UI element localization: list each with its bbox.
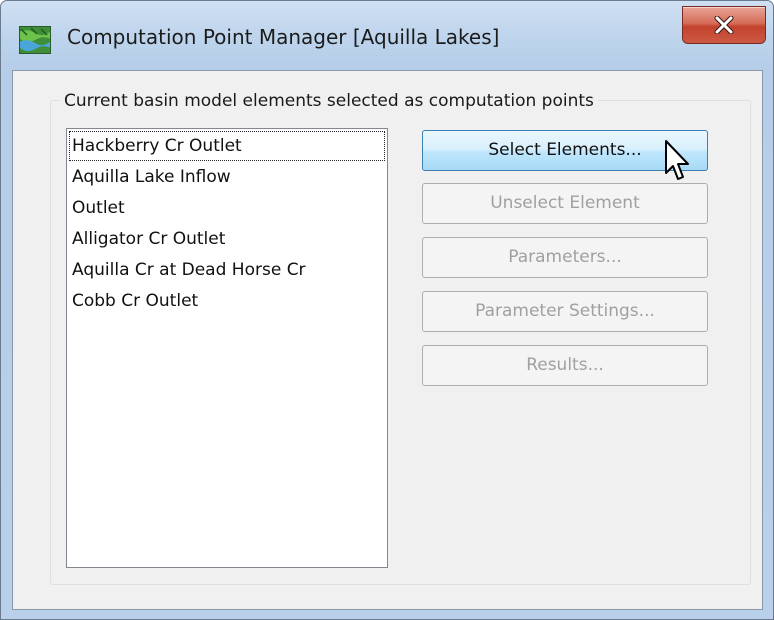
- list-item[interactable]: Cobb Cr Outlet: [69, 286, 385, 316]
- unselect-element-button[interactable]: Unselect Element: [422, 183, 708, 224]
- computation-points-list[interactable]: Hackberry Cr Outlet Aquilla Lake Inflow …: [66, 128, 388, 568]
- parameter-settings-button[interactable]: Parameter Settings...: [422, 291, 708, 332]
- close-button[interactable]: [682, 6, 766, 44]
- results-button[interactable]: Results...: [422, 345, 708, 386]
- dialog-content: Current basin model elements selected as…: [12, 70, 763, 610]
- list-item[interactable]: Aquilla Lake Inflow: [69, 162, 385, 192]
- dialog-window: Computation Point Manager [Aquilla Lakes…: [0, 0, 774, 620]
- parameters-button[interactable]: Parameters...: [422, 237, 708, 278]
- mouse-pointer-icon: [665, 140, 689, 180]
- list-item[interactable]: Alligator Cr Outlet: [69, 224, 385, 254]
- list-item[interactable]: Hackberry Cr Outlet: [69, 131, 385, 161]
- list-item[interactable]: Outlet: [69, 193, 385, 223]
- app-icon: [19, 26, 51, 54]
- title-bar[interactable]: Computation Point Manager [Aquilla Lakes…: [1, 1, 773, 71]
- group-label: Current basin model elements selected as…: [60, 91, 598, 111]
- window-title: Computation Point Manager [Aquilla Lakes…: [67, 25, 500, 49]
- close-icon: [714, 16, 734, 34]
- list-item[interactable]: Aquilla Cr at Dead Horse Cr: [69, 255, 385, 285]
